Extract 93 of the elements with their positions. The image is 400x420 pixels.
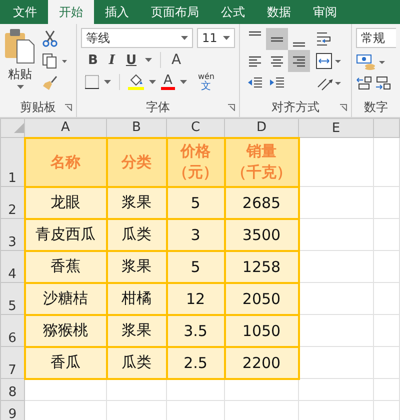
table-cell: 12 <box>166 282 224 314</box>
paste-button[interactable]: 粘贴 <box>4 28 36 97</box>
phonetic-guide-button[interactable]: wén 文 <box>198 72 214 92</box>
header-cell: 销量 （千克） <box>224 138 298 186</box>
row-header[interactable]: 6 <box>0 314 24 346</box>
dropdown-arrow-icon <box>180 36 188 40</box>
dropdown-arrow-icon[interactable] <box>180 80 187 84</box>
dialog-launcher-icon[interactable] <box>64 104 72 111</box>
increase-indent-icon[interactable] <box>268 76 285 90</box>
fill-color-icon[interactable] <box>128 74 144 90</box>
row-header[interactable]: 7 <box>0 346 24 378</box>
wrap-text-icon[interactable] <box>316 31 332 47</box>
header-cell: 分类 <box>106 138 166 186</box>
row-header[interactable]: 8 <box>0 378 24 400</box>
table-cell: 3.5 <box>166 314 224 346</box>
table-cell: 浆果 <box>106 250 166 282</box>
header-cell: 名称 <box>24 138 106 186</box>
align-center-icon <box>268 56 285 66</box>
ribbon-tab[interactable]: 公式 <box>210 0 256 24</box>
table-cell: 3 <box>166 218 224 250</box>
table-cell: 1050 <box>224 314 298 346</box>
table-cell: 5 <box>166 186 224 218</box>
table-cell: 瓜类 <box>106 218 166 250</box>
ribbon-tab[interactable]: 审阅 <box>302 0 348 24</box>
table-cell: 3500 <box>224 218 298 250</box>
triangle-icon <box>14 123 24 133</box>
borders-icon[interactable] <box>84 75 99 89</box>
increase-font-size-button[interactable]: A <box>168 52 184 68</box>
dropdown-arrow-icon <box>16 85 24 89</box>
row-header[interactable]: 9 <box>0 400 24 420</box>
column-header[interactable]: D <box>224 118 298 138</box>
table-cell: 2050 <box>224 282 298 314</box>
dialog-launcher-icon[interactable] <box>340 104 347 111</box>
table-cell: 柑橘 <box>106 282 166 314</box>
bold-button[interactable]: B <box>84 52 101 68</box>
table-cell: 1258 <box>224 250 298 282</box>
font-color-button[interactable]: A <box>160 74 175 90</box>
table-cell: 猕猴桃 <box>24 314 106 346</box>
align-bottom-icon <box>290 42 307 47</box>
copy-icon[interactable] <box>42 53 68 69</box>
table-cell: 青皮西瓜 <box>24 218 106 250</box>
group-label: 对齐方式 <box>271 98 320 116</box>
number-format-dropdown[interactable]: 常规 <box>356 28 396 48</box>
table-cell: 5 <box>166 250 224 282</box>
column-header[interactable]: E <box>298 118 374 138</box>
row-header[interactable]: 2 <box>0 186 24 218</box>
table-cell: 沙糖桔 <box>24 282 106 314</box>
merge-center-icon[interactable] <box>316 53 342 69</box>
align-button[interactable] <box>266 28 288 50</box>
align-left-icon <box>246 56 263 66</box>
table-cell: 浆果 <box>106 314 166 346</box>
decimal-places-icon[interactable] <box>356 76 392 90</box>
table-cell: 2200 <box>224 346 298 378</box>
table-cell: 浆果 <box>106 186 166 218</box>
align-right-icon <box>290 56 307 66</box>
ribbon-tab[interactable]: 文件 <box>2 0 48 24</box>
group-label: 数字 <box>364 98 388 116</box>
table-cell: 瓜类 <box>106 346 166 378</box>
table-cell: 香瓜 <box>24 346 106 378</box>
table-cell: 龙眼 <box>24 186 106 218</box>
scissors-icon[interactable] <box>42 30 58 47</box>
header-cell: 价格 （元） <box>166 138 224 186</box>
row-header[interactable]: 5 <box>0 282 24 314</box>
column-header[interactable]: C <box>166 118 224 138</box>
align-middle-icon <box>268 36 285 42</box>
ribbon-tab[interactable]: 数据 <box>256 0 302 24</box>
font-size-dropdown[interactable]: 11 <box>196 28 235 48</box>
dropdown-arrow-icon[interactable] <box>144 58 152 62</box>
italic-button[interactable]: I <box>106 52 118 68</box>
dropdown-arrow-icon[interactable] <box>104 80 111 84</box>
align-top-icon <box>246 31 263 36</box>
align-button[interactable] <box>288 50 310 72</box>
ribbon-tab[interactable]: 页面布局 <box>140 0 210 24</box>
table-cell: 2.5 <box>166 346 224 378</box>
currency-icon[interactable] <box>356 54 386 70</box>
row-header[interactable]: 1 <box>0 138 24 186</box>
underline-button[interactable]: U <box>122 52 140 68</box>
font-name-dropdown[interactable]: 等线 <box>80 28 193 48</box>
ribbon-tab[interactable]: 插入 <box>94 0 140 24</box>
brush-icon[interactable] <box>42 75 58 91</box>
dialog-launcher-icon[interactable] <box>228 104 235 111</box>
dropdown-arrow-icon[interactable] <box>148 80 156 84</box>
column-header[interactable]: A <box>24 118 106 138</box>
column-header[interactable]: B <box>106 118 166 138</box>
decrease-indent-icon[interactable] <box>246 76 263 90</box>
row-header[interactable]: 4 <box>0 250 24 282</box>
ribbon-tab[interactable]: 开始 <box>48 0 94 24</box>
group-label: 字体 <box>146 98 170 116</box>
group-label: 剪贴板 <box>20 98 56 116</box>
dropdown-arrow-icon <box>222 36 230 40</box>
table-cell: 2685 <box>224 186 298 218</box>
row-header[interactable]: 3 <box>0 218 24 250</box>
table-cell: 香蕉 <box>24 250 106 282</box>
